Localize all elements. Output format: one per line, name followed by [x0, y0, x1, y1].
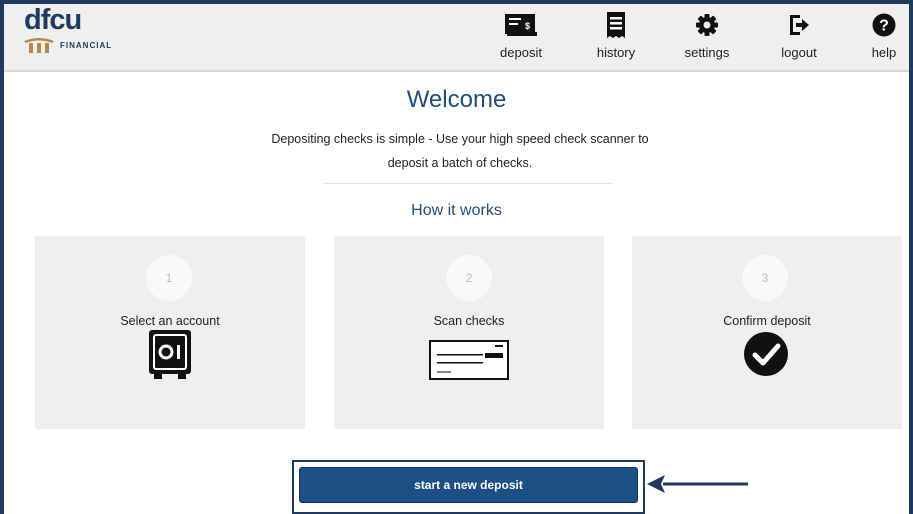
svg-text:$: $ — [525, 21, 530, 31]
step-label: Scan checks — [433, 314, 505, 328]
nav-logout-label: logout — [781, 45, 817, 60]
page-description: Depositing checks is simple - Use your h… — [245, 127, 675, 175]
header: dfcu FINANCIAL $ deposit history setting… — [4, 4, 909, 72]
step-card-scan-checks: 2 Scan checks — [334, 236, 604, 429]
dfcu-logo[interactable]: dfcu FINANCIAL — [20, 4, 140, 54]
nav-history[interactable]: history — [591, 10, 641, 66]
description-line-2: deposit a batch of checks. — [387, 156, 533, 170]
safe-icon — [149, 330, 191, 379]
nav-deposit[interactable]: $ deposit — [491, 10, 551, 66]
nav-settings[interactable]: settings — [679, 10, 735, 66]
nav-history-label: history — [596, 45, 636, 60]
nav-help-label: help — [871, 45, 897, 60]
logo-subtext: FINANCIAL — [60, 41, 113, 50]
logo-text: dfcu — [24, 4, 82, 36]
svg-text:?: ? — [879, 18, 889, 35]
start-new-deposit-button[interactable]: start a new deposit — [299, 467, 638, 503]
nav-logout[interactable]: logout — [774, 10, 824, 66]
step-label: Select an account — [120, 314, 220, 328]
nav-settings-label: settings — [684, 45, 730, 60]
check-icon — [429, 340, 509, 380]
divider — [323, 183, 613, 184]
logout-icon — [790, 15, 809, 35]
checkmark-circle-icon — [744, 332, 788, 376]
step-number: 2 — [446, 255, 492, 301]
description-line-1: Depositing checks is simple - Use your h… — [271, 132, 649, 146]
how-it-works-heading: How it works — [411, 202, 502, 219]
page-title: Welcome — [406, 86, 507, 113]
gear-icon — [696, 14, 718, 36]
pointer-arrow-icon — [647, 475, 748, 493]
step-number: 1 — [146, 255, 192, 301]
nav-help[interactable]: ? help — [864, 10, 904, 66]
check-deposit-icon: $ — [505, 14, 537, 36]
step-card-confirm-deposit: 3 Confirm deposit — [632, 236, 902, 429]
pillar-icon — [24, 38, 54, 53]
nav-deposit-label: deposit — [500, 45, 542, 60]
step-number: 3 — [742, 255, 788, 301]
question-icon: ? — [872, 13, 896, 37]
receipt-icon — [607, 12, 625, 38]
step-label: Confirm deposit — [723, 314, 811, 328]
step-card-select-account: 1 Select an account — [35, 236, 305, 429]
